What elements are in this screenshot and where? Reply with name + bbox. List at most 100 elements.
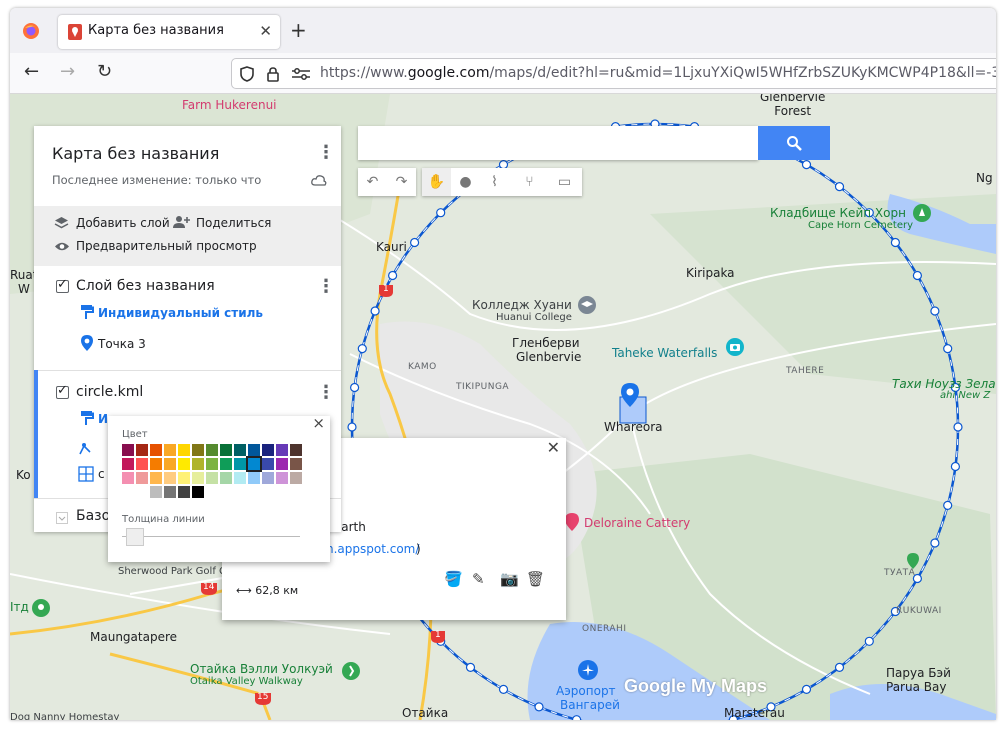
circle-vertex[interactable] (801, 159, 812, 170)
color-swatch[interactable] (150, 444, 162, 456)
style-bucket-icon[interactable]: 🪣 (444, 570, 463, 588)
circle-vertex[interactable] (943, 344, 953, 354)
base-map-expand-icon[interactable] (56, 512, 68, 524)
circle-vertex[interactable] (534, 702, 544, 712)
line-feature-icon[interactable] (78, 440, 94, 456)
color-swatch[interactable] (276, 458, 288, 470)
color-swatch[interactable] (262, 472, 274, 484)
color-swatch[interactable] (276, 444, 288, 456)
color-swatch[interactable] (122, 472, 134, 484)
circle-vertex[interactable] (943, 500, 953, 510)
color-swatch[interactable] (220, 472, 232, 484)
base-map-label[interactable]: Базо (76, 508, 110, 524)
circle-vertex[interactable] (357, 344, 367, 354)
preview-button[interactable]: Предварительный просмотр (76, 239, 257, 253)
circle-vertex[interactable] (930, 538, 940, 548)
circle-vertex[interactable] (350, 382, 360, 393)
color-swatch[interactable] (290, 444, 302, 456)
color-swatch[interactable] (192, 458, 204, 470)
layer-1-item-point3[interactable]: Точка 3 (98, 337, 146, 351)
edit-pencil-icon[interactable]: ✎ (472, 570, 485, 588)
layer-1-name[interactable]: Слой без названия (76, 278, 215, 294)
color-swatch[interactable] (206, 458, 218, 470)
new-tab-button[interactable]: + (290, 18, 307, 42)
color-swatch[interactable] (262, 458, 274, 470)
layer-2-menu-kebab-icon[interactable]: ⋮ (317, 384, 335, 402)
photo-camera-icon[interactable]: 📷 (500, 570, 519, 588)
hand-tool-icon[interactable]: ✋ (422, 168, 451, 196)
layer-1-style-link[interactable]: Индивидуальный стиль (98, 306, 263, 320)
color-swatch[interactable] (276, 472, 288, 484)
redo-icon[interactable]: ↷ (387, 168, 416, 196)
color-swatch[interactable] (248, 444, 260, 456)
color-swatch[interactable] (164, 458, 176, 470)
tab-maps[interactable]: Карта без названия ✕ (58, 15, 280, 49)
shield-icon[interactable] (240, 66, 254, 82)
color-swatch[interactable] (164, 472, 176, 484)
layer-2-name[interactable]: circle.kml (76, 384, 143, 400)
share-button[interactable]: Поделиться (196, 216, 271, 230)
layer-2-checkbox[interactable] (56, 383, 69, 399)
map-title[interactable]: Карта без названия (52, 144, 219, 163)
color-swatch[interactable] (192, 444, 204, 456)
ruler-tool-icon[interactable]: ▭ (550, 168, 579, 196)
color-swatch[interactable] (122, 458, 134, 470)
map-menu-kebab-icon[interactable]: ⋮ (317, 144, 335, 162)
firefox-icon[interactable] (22, 22, 40, 40)
url-bar[interactable]: https://www.google.com/maps/d/edit?hl=ru… (231, 58, 996, 89)
circle-vertex[interactable] (801, 684, 812, 695)
circle-vertex[interactable] (864, 636, 874, 646)
undo-icon[interactable]: ↶ (358, 168, 387, 196)
circle-vertex[interactable] (950, 461, 961, 472)
color-swatch[interactable] (234, 472, 246, 484)
color-swatch[interactable] (150, 486, 162, 498)
color-swatch[interactable] (136, 444, 148, 456)
share-person-icon[interactable] (172, 215, 190, 229)
color-swatch[interactable] (220, 458, 232, 470)
add-layer-icon[interactable] (54, 216, 69, 230)
circle-vertex[interactable] (388, 270, 398, 281)
color-swatch[interactable] (136, 458, 148, 470)
color-swatch[interactable] (136, 486, 148, 498)
preview-eye-icon[interactable] (54, 241, 70, 252)
color-picker-close-icon[interactable]: × (312, 414, 325, 432)
color-swatch[interactable] (164, 486, 176, 498)
url-text[interactable]: https://www.google.com/maps/d/edit?hl=ru… (320, 65, 996, 81)
marker-tool-icon[interactable]: ● (451, 168, 480, 196)
permissions-icon[interactable] (292, 68, 310, 80)
color-swatch[interactable] (220, 444, 232, 456)
color-swatch[interactable] (206, 444, 218, 456)
circle-vertex[interactable] (465, 662, 476, 673)
directions-tool-icon[interactable]: ⑂ (515, 168, 544, 196)
add-layer-button[interactable]: Добавить слой (76, 216, 170, 230)
circle-vertex[interactable] (953, 422, 963, 432)
search-button[interactable] (758, 126, 830, 160)
dataset-grid-icon[interactable] (78, 466, 94, 482)
popup-close-icon[interactable]: ✕ (547, 438, 560, 457)
circle-vertex[interactable] (572, 715, 582, 720)
layer-1-menu-kebab-icon[interactable]: ⋮ (317, 278, 335, 296)
color-swatch[interactable] (192, 472, 204, 484)
layer-2-item[interactable]: с (98, 467, 105, 481)
search-input[interactable] (358, 126, 758, 160)
color-swatch[interactable] (234, 458, 246, 470)
color-swatch[interactable] (192, 486, 204, 498)
circle-vertex[interactable] (436, 208, 446, 218)
forward-button[interactable]: → (60, 61, 75, 82)
line-width-track[interactable] (122, 536, 300, 537)
lock-icon[interactable] (266, 66, 280, 82)
circle-vertex[interactable] (370, 306, 380, 316)
color-swatch[interactable] (122, 444, 134, 456)
color-swatch[interactable] (178, 472, 190, 484)
circle-vertex[interactable] (834, 181, 845, 192)
circle-vertex[interactable] (930, 306, 940, 316)
color-swatch[interactable] (178, 458, 190, 470)
color-swatch[interactable] (206, 472, 218, 484)
color-swatch[interactable] (178, 444, 190, 456)
layer-1-checkbox[interactable] (56, 277, 69, 293)
color-swatch[interactable] (234, 444, 246, 456)
color-swatch[interactable] (248, 472, 260, 484)
color-swatch[interactable] (246, 456, 262, 472)
color-swatch[interactable] (150, 472, 162, 484)
circle-vertex[interactable] (912, 270, 923, 281)
